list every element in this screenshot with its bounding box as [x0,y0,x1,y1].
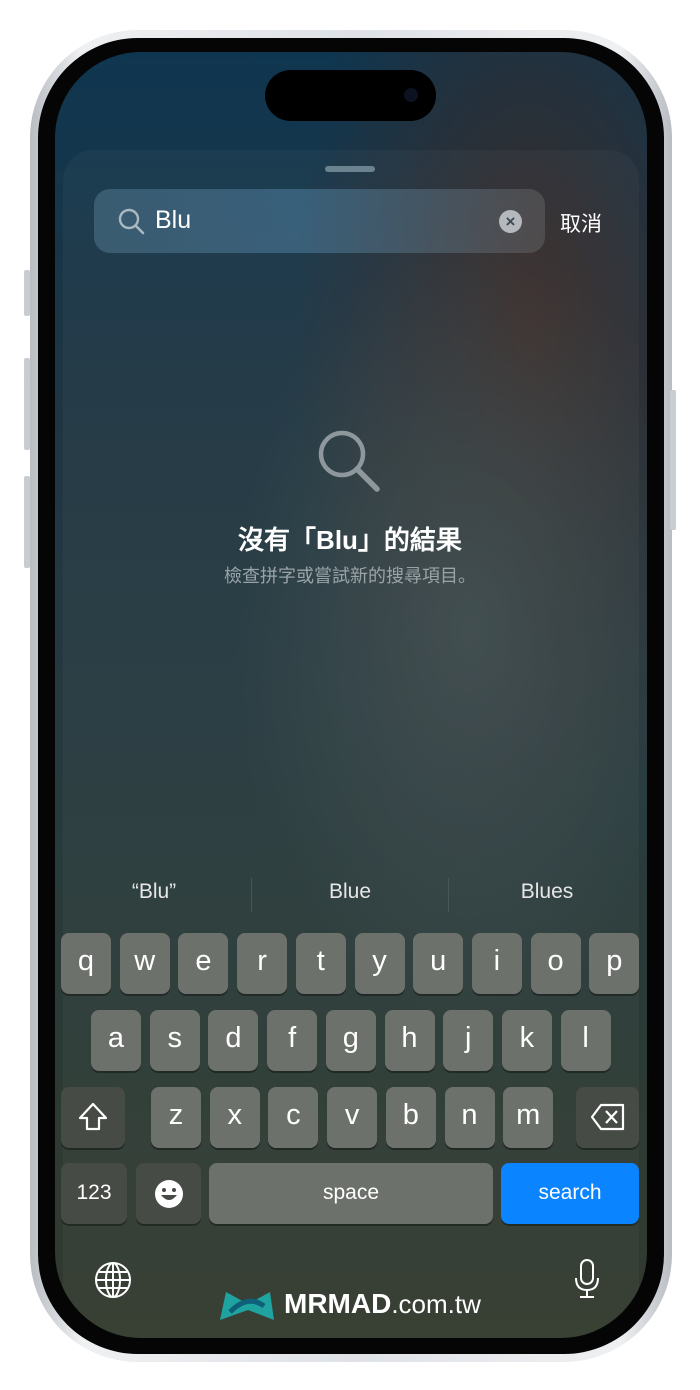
key-y[interactable]: y [354,933,405,994]
watermark-brand: MRMAD [284,1288,392,1319]
action-button [24,270,30,316]
suggestion-3[interactable]: Blues [472,880,622,904]
key-o[interactable]: o [530,933,581,994]
key-c[interactable]: c [268,1087,319,1148]
key-q[interactable]: q [61,933,111,994]
no-results-title: 沒有「Blu」的結果 [238,525,462,555]
key-s[interactable]: s [149,1010,200,1071]
key-x[interactable]: x [209,1087,260,1148]
key-p[interactable]: p [589,933,640,994]
mrmad-logo-icon [220,1292,274,1320]
key-w[interactable]: w [119,933,170,994]
numbers-key[interactable]: 123 [61,1163,127,1224]
key-m[interactable]: m [503,1087,554,1148]
key-g[interactable]: g [325,1010,376,1071]
key-i[interactable]: i [471,933,522,994]
key-v[interactable]: v [327,1087,378,1148]
shift-icon [78,1102,108,1131]
camera [404,88,418,102]
suggestion-2[interactable]: Blue [275,880,425,904]
emoji-key[interactable] [136,1163,201,1224]
volume-up-button [24,358,30,450]
magnifier-icon [318,430,380,492]
side-button [670,390,676,530]
search-icon [118,208,145,235]
divider [448,878,449,912]
key-b[interactable]: b [385,1087,436,1148]
clear-icon[interactable]: × [499,210,522,233]
delete-icon [590,1103,624,1131]
suggestion-1[interactable]: “Blu” [79,880,229,904]
watermark-suffix: .com.tw [391,1289,481,1319]
key-j[interactable]: j [443,1010,494,1071]
emoji-icon [154,1180,183,1208]
key-d[interactable]: d [208,1010,259,1071]
space-key[interactable]: space [209,1163,493,1224]
no-results-subtitle: 檢查拼字或嘗試新的搜尋項目。 [224,566,476,586]
key-r[interactable]: r [237,933,288,994]
globe-icon[interactable] [94,1261,132,1299]
key-h[interactable]: h [384,1010,435,1071]
key-e[interactable]: e [178,933,229,994]
key-k[interactable]: k [501,1010,552,1071]
cancel-button[interactable]: 取消 [560,208,602,238]
search-key[interactable]: search [501,1163,639,1224]
key-f[interactable]: f [267,1010,318,1071]
delete-key[interactable] [576,1087,639,1148]
key-u[interactable]: u [413,933,464,994]
watermark: MRMAD.com.tw [284,1288,481,1320]
microphone-icon[interactable] [572,1258,602,1300]
shift-key[interactable] [61,1087,125,1148]
key-l[interactable]: l [560,1010,611,1071]
sheet-grabber[interactable] [325,166,375,172]
search-input[interactable]: Blu [155,206,191,235]
key-t[interactable]: t [295,933,346,994]
key-n[interactable]: n [444,1087,495,1148]
key-a[interactable]: a [91,1010,141,1071]
search-sheet [63,150,639,1338]
key-z[interactable]: z [151,1087,201,1148]
divider [251,878,252,912]
